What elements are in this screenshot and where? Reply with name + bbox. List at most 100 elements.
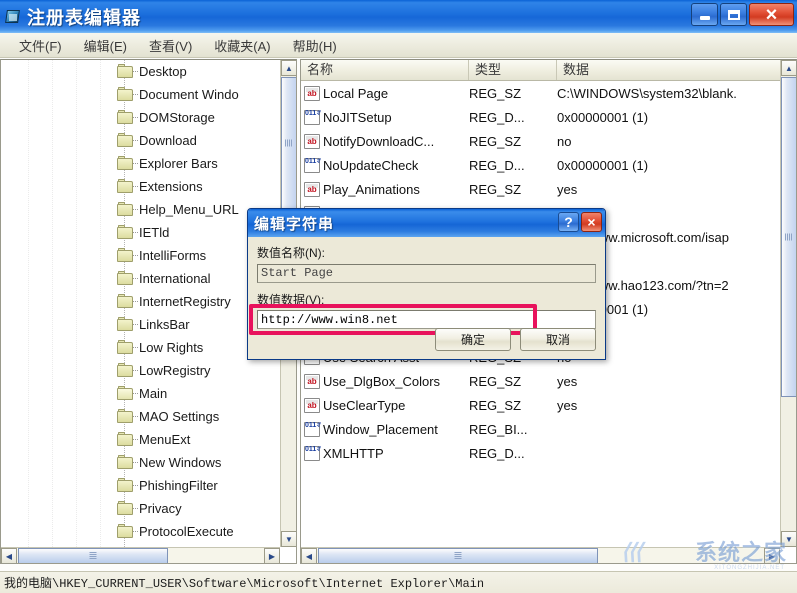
folder-icon	[117, 293, 134, 309]
tree-item-ietld[interactable]: IETld	[1, 221, 281, 244]
table-row[interactable]: ab Use_DlgBox_Colors REG_SZ yes	[301, 369, 796, 393]
value-type: REG_D...	[469, 109, 525, 125]
tree-item-mao-settings[interactable]: MAO Settings	[1, 405, 281, 428]
list-scroll-thumb[interactable]	[781, 77, 796, 397]
tree-item-linksbar[interactable]: LinksBar	[1, 313, 281, 336]
value-name: Use_DlgBox_Colors	[323, 373, 441, 389]
folder-icon	[117, 454, 134, 470]
tree-item-explorer-bars[interactable]: Explorer Bars	[1, 152, 281, 175]
tree-item-international[interactable]: International	[1, 267, 281, 290]
dialog-title: 编辑字符串	[254, 215, 335, 233]
dialog-actions: 确定 取消	[435, 328, 596, 351]
tree-item-label: New Windows	[139, 455, 222, 470]
folder-icon	[117, 500, 134, 516]
tree-item-protocolexecute[interactable]: ProtocolExecute	[1, 520, 281, 543]
table-row[interactable]: XMLHTTP REG_D...	[301, 441, 796, 465]
value-data-input[interactable]	[257, 310, 596, 329]
window-titlebar: 注册表编辑器 ×	[0, 0, 797, 33]
folder-icon	[117, 523, 134, 539]
value-name-label: 数值名称(N):	[257, 246, 325, 260]
tree-item-low-rights[interactable]: Low Rights	[1, 336, 281, 359]
statusbar: 我的电脑\HKEY_CURRENT_USER\Software\Microsof…	[0, 571, 797, 593]
folder-icon	[117, 477, 134, 493]
menu-view[interactable]: 查看(V)	[138, 34, 203, 57]
tree-item-main[interactable]: Main	[1, 382, 281, 405]
table-row[interactable]: ab NotifyDownloadC... REG_SZ no	[301, 129, 796, 153]
window-controls: ×	[691, 3, 794, 26]
tree-item-new-windows[interactable]: New Windows	[1, 451, 281, 474]
tree-item-label: InternetRegistry	[139, 294, 231, 309]
tree-item-document-windo[interactable]: Document Windo	[1, 83, 281, 106]
list-horizontal-scrollbar[interactable]: ◀ ▶	[301, 547, 780, 563]
dialog-body: 数值名称(N): 数值数据(V):	[248, 237, 605, 335]
ok-button[interactable]: 确定	[435, 328, 511, 351]
menu-file[interactable]: 文件(F)	[8, 34, 73, 57]
dialog-titlebar: 编辑字符串 ? ×	[248, 209, 605, 237]
value-data: yes	[557, 373, 578, 389]
menu-favorites[interactable]: 收藏夹(A)	[203, 34, 281, 57]
tree-item-label: International	[139, 271, 211, 286]
tree-item-label: DOMStorage	[139, 110, 215, 125]
tree-item-phishingfilter[interactable]: PhishingFilter	[1, 474, 281, 497]
tree-item-domstorage[interactable]: DOMStorage	[1, 106, 281, 129]
table-row[interactable]: ab Play_Animations REG_SZ yes	[301, 177, 796, 201]
registry-path: 我的电脑\HKEY_CURRENT_USER\Software\Microsof…	[4, 577, 485, 591]
list-scroll-up-button[interactable]: ▲	[781, 60, 796, 76]
tree-item-label: Privacy	[139, 501, 182, 516]
tree-item-intelliforms[interactable]: IntelliForms	[1, 244, 281, 267]
list-scroll-right-button[interactable]: ▶	[764, 548, 780, 563]
edit-string-dialog[interactable]: 编辑字符串 ? × 数值名称(N): 数值数据(V): 确定 取消	[247, 208, 606, 360]
menu-help[interactable]: 帮助(H)	[282, 34, 348, 57]
tree-item-menuext[interactable]: MenuExt	[1, 428, 281, 451]
string-value-icon: ab	[304, 133, 320, 149]
value-type: REG_BI...	[469, 421, 528, 437]
tree-scroll-left-button[interactable]: ◀	[1, 548, 17, 563]
table-row[interactable]: NoUpdateCheck REG_D... 0x00000001 (1)	[301, 153, 796, 177]
table-row[interactable]: ab UseClearType REG_SZ yes	[301, 393, 796, 417]
list-vertical-scrollbar[interactable]: ▲ ▼	[780, 60, 796, 547]
tree-scroll-right-button[interactable]: ▶	[264, 548, 280, 563]
tree-scroll-thumb[interactable]	[281, 77, 296, 209]
list-hscroll-thumb[interactable]	[318, 548, 598, 563]
table-row[interactable]: ab Local Page REG_SZ C:\WINDOWS\system32\bl…	[301, 81, 796, 105]
tree-item-label: Low Rights	[139, 340, 204, 355]
maximize-button[interactable]	[720, 3, 747, 26]
menubar: 文件(F) 编辑(E) 查看(V) 收藏夹(A) 帮助(H)	[0, 33, 797, 58]
value-type: REG_SZ	[469, 85, 522, 101]
tree-item-lowregistry[interactable]: LowRegistry	[1, 359, 281, 382]
dialog-help-button[interactable]: ?	[558, 212, 579, 232]
value-name-input[interactable]	[257, 263, 596, 283]
column-header-type[interactable]: 类型	[469, 60, 557, 80]
close-button[interactable]: ×	[749, 3, 794, 26]
menu-edit[interactable]: 编辑(E)	[73, 34, 138, 57]
tree-item-download[interactable]: Download	[1, 129, 281, 152]
tree-hscroll-thumb[interactable]	[18, 548, 168, 563]
tree-scroll-up-button[interactable]: ▲	[281, 60, 296, 76]
tree-item-label: ProtocolExecute	[139, 524, 234, 539]
minimize-button[interactable]	[691, 3, 718, 26]
tree-scroll-down-button[interactable]: ▼	[281, 531, 296, 547]
value-data: no	[557, 133, 572, 149]
folder-icon	[117, 201, 134, 217]
tree-horizontal-scrollbar[interactable]: ◀ ▶	[1, 547, 280, 563]
column-header-data[interactable]: 数据	[557, 60, 782, 80]
folder-icon	[117, 247, 134, 263]
list-scroll-left-button[interactable]: ◀	[301, 548, 317, 563]
value-data: 0x00000001 (1)	[557, 109, 649, 125]
table-row[interactable]: NoJITSetup REG_D... 0x00000001 (1)	[301, 105, 796, 129]
dialog-close-button[interactable]: ×	[581, 212, 602, 232]
tree-item-desktop[interactable]: Desktop	[1, 60, 281, 83]
tree-item-internetregistry[interactable]: InternetRegistry	[1, 290, 281, 313]
table-row[interactable]: Window_Placement REG_BI...	[301, 417, 796, 441]
tree-item-help-menu-url[interactable]: Help_Menu_URL	[1, 198, 281, 221]
tree-item-extensions[interactable]: Extensions	[1, 175, 281, 198]
tree-item-privacy[interactable]: Privacy	[1, 497, 281, 520]
value-type: REG_D...	[469, 445, 525, 461]
column-header-name[interactable]: 名称	[301, 60, 469, 80]
folder-icon	[117, 408, 134, 424]
cancel-button[interactable]: 取消	[520, 328, 596, 351]
dword-value-icon	[304, 421, 320, 437]
string-value-icon: ab	[304, 181, 320, 197]
tree-item-label: Document Windo	[139, 87, 239, 102]
list-scroll-down-button[interactable]: ▼	[781, 531, 796, 547]
